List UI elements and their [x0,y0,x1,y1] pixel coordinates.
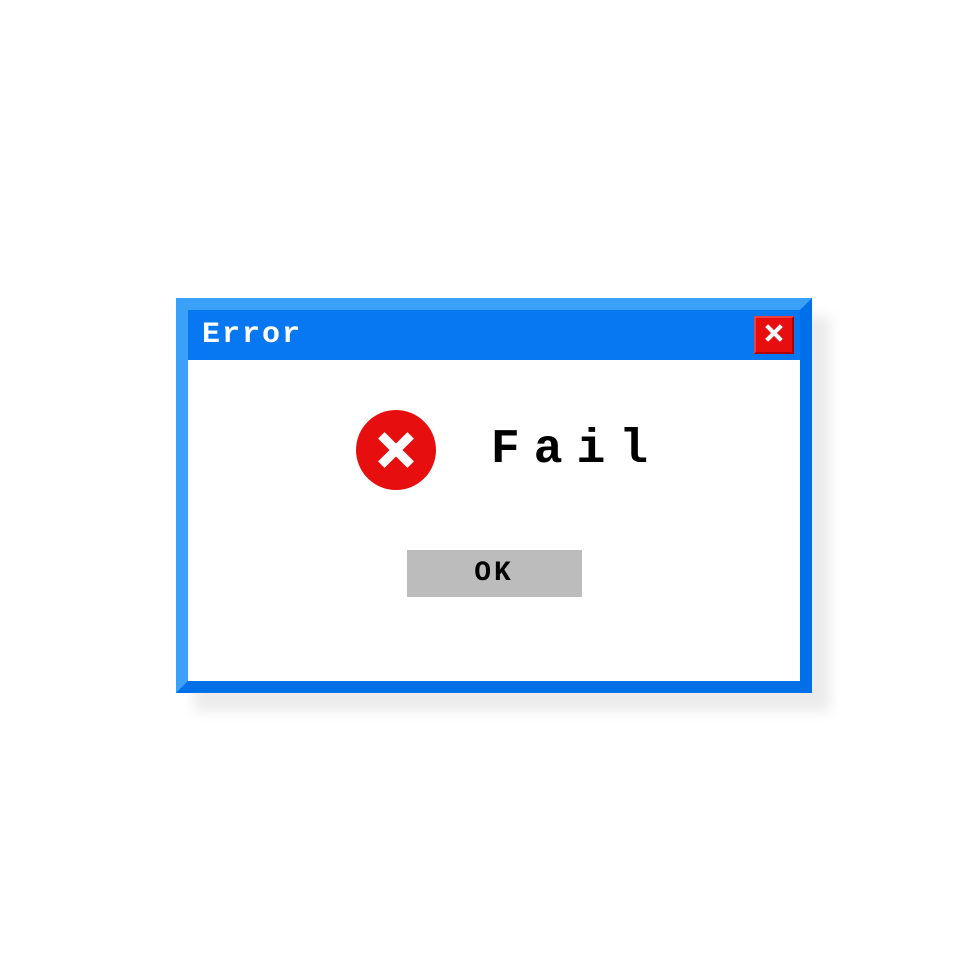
close-icon [763,322,785,349]
error-message: Fail [491,423,662,477]
error-circle-icon [356,410,436,490]
window-title: Error [202,318,302,352]
close-button[interactable] [754,316,794,354]
dialog-window: Error Fail OK [176,298,812,693]
message-row: Fail [326,410,662,490]
dialog-body: Fail OK [188,360,800,681]
error-dialog: Error Fail OK [176,298,812,693]
title-bar: Error [188,310,800,360]
ok-button[interactable]: OK [407,550,582,597]
